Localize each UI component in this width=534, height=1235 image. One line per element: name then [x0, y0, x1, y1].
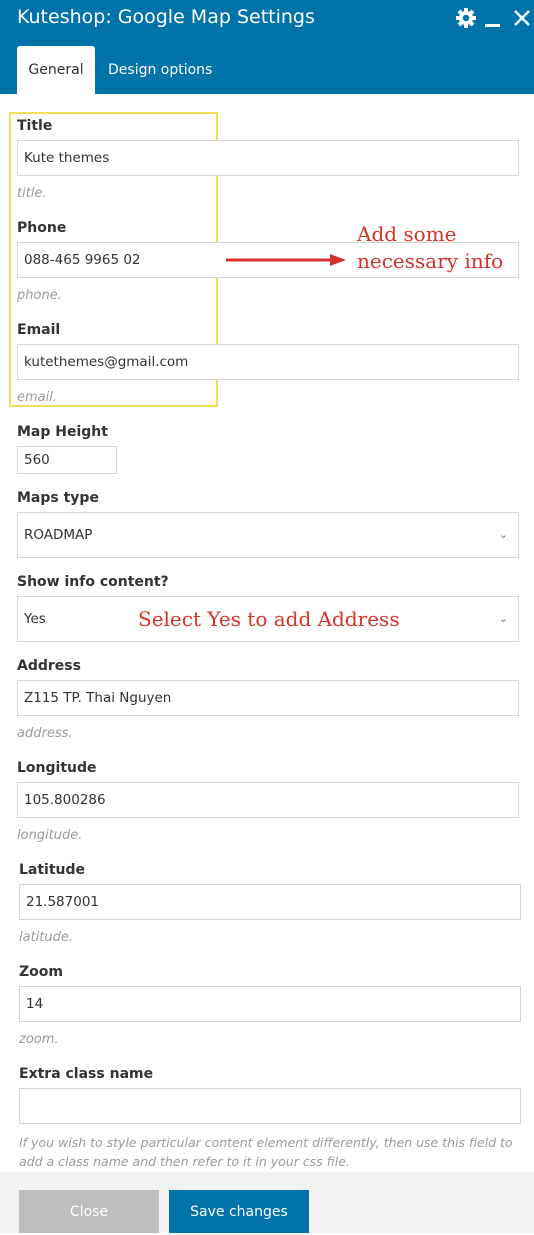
show-info-value: Yes [24, 611, 46, 627]
minimize-icon[interactable] [485, 24, 500, 27]
title-help: title. [17, 186, 47, 201]
phone-help: phone. [17, 288, 62, 303]
maps-type-select[interactable]: ROADMAP ⌄ [17, 512, 519, 558]
email-help: email. [17, 390, 57, 405]
chevron-down-icon: ⌄ [498, 528, 508, 541]
close-icon[interactable] [513, 9, 531, 27]
map-height-input[interactable]: 560 [17, 446, 117, 474]
chevron-down-icon: ⌄ [498, 612, 508, 625]
zoom-help: zoom. [19, 1032, 59, 1047]
arrow-right-icon [224, 252, 348, 268]
longitude-label: Longitude [17, 760, 97, 776]
modal-title: Kuteshop: Google Map Settings [17, 6, 315, 28]
extra-class-help: If you wish to style particular content … [19, 1135, 513, 1169]
title-label: Title [17, 118, 53, 134]
latitude-help: latitude. [19, 930, 74, 945]
latitude-label: Latitude [19, 862, 86, 878]
latitude-input[interactable]: 21.587001 [19, 884, 521, 920]
address-label: Address [17, 658, 81, 674]
map-height-label: Map Height [17, 424, 108, 440]
tab-design-options[interactable]: Design options [108, 46, 212, 94]
annotation-add-info-line2: necessary info [357, 249, 504, 273]
extra-class-label: Extra class name [19, 1066, 154, 1082]
annotation-add-info-line1: Add some [357, 222, 457, 246]
tab-general[interactable]: General [17, 46, 95, 94]
annotation-select-yes: Select Yes to add Address [138, 607, 400, 631]
phone-label: Phone [17, 220, 67, 236]
longitude-input[interactable]: 105.800286 [17, 782, 519, 818]
save-changes-button[interactable]: Save changes [169, 1190, 309, 1233]
close-button[interactable]: Close [19, 1190, 159, 1233]
maps-type-value: ROADMAP [24, 527, 93, 543]
address-input[interactable]: Z115 TP. Thai Nguyen [17, 680, 519, 716]
show-info-label: Show info content? [17, 574, 169, 590]
title-input[interactable]: Kute themes [17, 140, 519, 176]
zoom-label: Zoom [19, 964, 63, 980]
zoom-input[interactable]: 14 [19, 986, 521, 1022]
extra-class-input[interactable] [19, 1088, 521, 1124]
email-label: Email [17, 322, 61, 338]
maps-type-label: Maps type [17, 490, 99, 506]
gear-icon[interactable] [455, 7, 477, 29]
address-help: address. [17, 726, 73, 741]
longitude-help: longitude. [17, 828, 83, 843]
email-input[interactable]: kutethemes@gmail.com [17, 344, 519, 380]
